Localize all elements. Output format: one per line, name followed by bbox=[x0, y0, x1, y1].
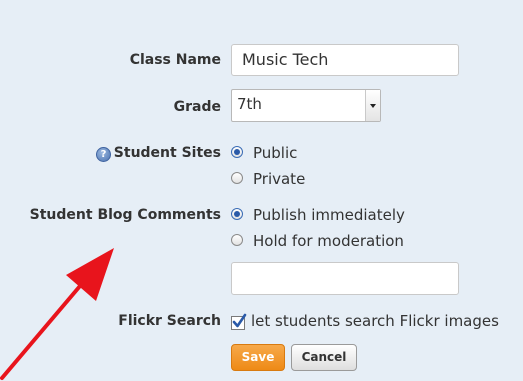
annotation-arrow bbox=[0, 248, 114, 380]
